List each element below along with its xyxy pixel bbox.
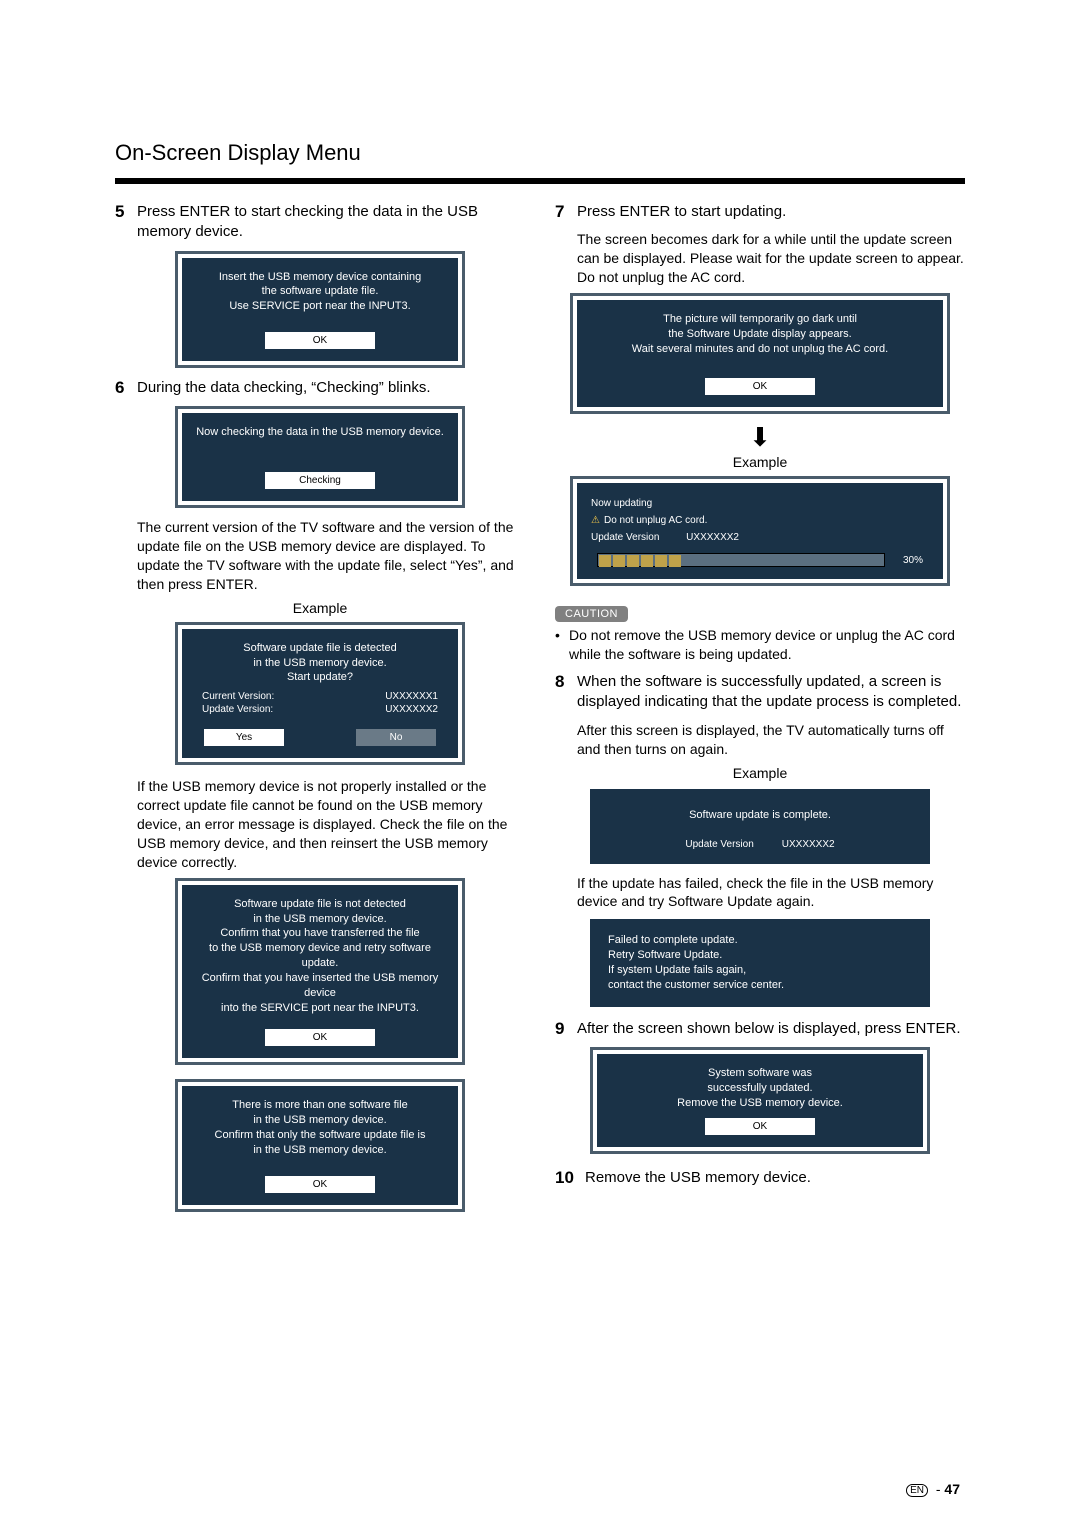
step-8-number: 8 (555, 672, 577, 713)
update-version-label: Update Version (591, 532, 659, 543)
panel-insert-usb: Insert the USB memory device containing … (182, 258, 458, 362)
example-label: Example (555, 765, 965, 781)
panel-checking-msg: Now checking the data in the USB memory … (196, 425, 444, 440)
right-column: 7 Press ENTER to start updating. The scr… (555, 202, 965, 1222)
panel-go-dark-msg: The picture will temporarily go dark unt… (591, 312, 929, 357)
step-8-sub: After this screen is displayed, the TV a… (577, 721, 965, 759)
page-sep: - (936, 1481, 941, 1497)
fail-line-2: Retry Software Update. (608, 948, 912, 963)
panel-multiple-files-msg: There is more than one software ﬁle in t… (196, 1098, 444, 1157)
step-5-text: Press ENTER to start checking the data i… (137, 202, 525, 243)
step-7-text: Press ENTER to start updating. (577, 202, 786, 222)
step-10-text: Remove the USB memory device. (585, 1168, 811, 1188)
current-version-value: UXXXXXX1 (385, 691, 438, 702)
page-title: On-Screen Display Menu (115, 140, 965, 166)
panel-not-detected: Software update ﬁle is not detected in t… (182, 885, 458, 1059)
step-5-number: 5 (115, 202, 137, 243)
progress-bar (597, 553, 885, 567)
page-value: 47 (944, 1481, 960, 1497)
step-6-text: During the data checking, “Checking” bli… (137, 378, 430, 398)
fail-line-3: If system Update fails again, (608, 963, 912, 978)
page-lang: EN (906, 1484, 928, 1497)
checking-button: Checking (265, 472, 375, 489)
example-label: Example (115, 600, 525, 616)
step-6-number: 6 (115, 378, 137, 398)
step-9-number: 9 (555, 1019, 577, 1039)
bullet-dot: • (555, 626, 569, 664)
step-10-number: 10 (555, 1168, 585, 1188)
ok-button[interactable]: OK (265, 1176, 375, 1193)
panel-not-detected-msg: Software update ﬁle is not detected in t… (196, 897, 444, 1016)
caution-text: Do not remove the USB memory device or u… (569, 626, 965, 664)
panel-update-complete-msg: Software update is complete. (604, 809, 916, 821)
step-8-desc2: If the update has failed, check the ﬁle … (577, 874, 965, 912)
ok-button[interactable]: OK (265, 332, 375, 349)
now-updating-line: Now updating (591, 498, 929, 509)
current-version-label: Current Version: (202, 691, 274, 702)
step-7-number: 7 (555, 202, 577, 222)
update-version-value: UXXXXXX2 (385, 704, 438, 715)
left-column: 5 Press ENTER to start checking the data… (115, 202, 525, 1222)
update-version-label: Update Version (685, 839, 753, 850)
step-9-text: After the screen shown below is displaye… (577, 1019, 961, 1039)
fail-line-1: Failed to complete update. (608, 933, 912, 948)
do-not-unplug-line: Do not unplug AC cord. (591, 515, 707, 526)
down-arrow-icon: ⬇ (555, 424, 965, 450)
update-version-label: Update Version: (202, 704, 273, 715)
yes-button[interactable]: Yes (204, 729, 284, 746)
panel-insert-usb-msg: Insert the USB memory device containing … (196, 270, 444, 315)
panel-success-msg: System software was successfully updated… (611, 1066, 909, 1111)
step-8-text: When the software is successfully update… (577, 672, 965, 713)
panel-multiple-files: There is more than one software ﬁle in t… (182, 1086, 458, 1204)
panel-go-dark: The picture will temporarily go dark unt… (577, 300, 943, 408)
no-button[interactable]: No (356, 729, 436, 746)
example-label: Example (555, 454, 965, 470)
update-version-value: UXXXXXX2 (686, 532, 739, 543)
panel-version-msg: Software update ﬁle is detected in the U… (196, 641, 444, 686)
panel-now-updating: Now updating Do not unplug AC cord. Upda… (577, 483, 943, 579)
panel-update-failed: Failed to complete update. Retry Softwar… (590, 919, 930, 1006)
step-6-desc1: The current version of the TV software a… (137, 518, 525, 594)
header-divider (115, 178, 965, 184)
caution-badge: CAUTION (555, 606, 628, 622)
update-version-value: UXXXXXX2 (782, 839, 835, 850)
page-number: EN - 47 (906, 1481, 960, 1497)
fail-line-4: contact the customer service center. (608, 978, 912, 993)
panel-version-detected: Software update ﬁle is detected in the U… (182, 629, 458, 759)
panel-success: System software was successfully updated… (597, 1054, 923, 1148)
ok-button[interactable]: OK (705, 378, 815, 395)
ok-button[interactable]: OK (705, 1118, 815, 1135)
ok-button[interactable]: OK (265, 1029, 375, 1046)
step-6-desc2: If the USB memory device is not properly… (137, 777, 525, 871)
progress-percent: 30% (895, 555, 923, 566)
panel-update-complete: Software update is complete. Update Vers… (590, 789, 930, 864)
panel-checking: Now checking the data in the USB memory … (182, 413, 458, 501)
step-7-sub: The screen becomes dark for a while unti… (577, 230, 965, 287)
